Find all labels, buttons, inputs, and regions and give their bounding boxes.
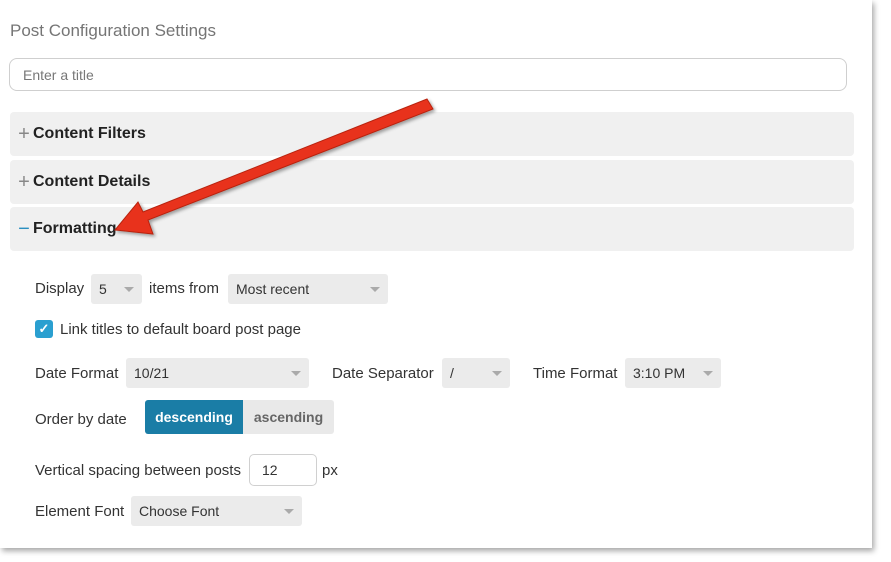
time-format-value: 3:10 PM	[633, 365, 686, 381]
spacing-input[interactable]	[249, 454, 317, 486]
settings-panel: Post Configuration Settings + Content Fi…	[0, 0, 872, 548]
element-font-label: Element Font	[35, 503, 125, 520]
items-from-value: Most recent	[236, 281, 310, 297]
display-count-value: 5	[99, 281, 107, 297]
link-titles-checkbox[interactable]: ✓	[35, 320, 53, 338]
section-content-details[interactable]: + Content Details	[10, 160, 854, 204]
caret-down-icon	[703, 371, 713, 376]
page-title: Post Configuration Settings	[10, 21, 217, 40]
order-ascending-button[interactable]: ascending	[243, 400, 334, 434]
date-format-value: 10/21	[134, 365, 170, 381]
section-label: Formatting	[33, 220, 117, 237]
spacing-unit: px	[322, 462, 338, 479]
caret-down-icon	[124, 287, 134, 292]
minus-icon: −	[18, 217, 30, 240]
plus-icon: +	[18, 122, 30, 145]
element-font-value: Choose Font	[139, 503, 220, 519]
section-content-filters[interactable]: + Content Filters	[10, 112, 854, 156]
date-format-select[interactable]: 10/21	[126, 358, 309, 388]
link-titles-label: Link titles to default board post page	[60, 321, 301, 338]
time-format-label: Time Format	[533, 365, 618, 382]
items-from-select[interactable]: Most recent	[228, 274, 388, 304]
section-formatting[interactable]: − Formatting	[10, 207, 854, 251]
spacing-label: Vertical spacing between posts	[35, 462, 241, 479]
check-icon: ✓	[38, 321, 50, 336]
date-format-label: Date Format	[35, 365, 119, 382]
display-label: Display	[35, 280, 85, 297]
order-descending-button[interactable]: descending	[145, 400, 243, 434]
display-count-select[interactable]: 5	[91, 274, 142, 304]
element-font-select[interactable]: Choose Font	[131, 496, 302, 526]
section-label: Content Filters	[33, 125, 146, 142]
plus-icon: +	[18, 170, 30, 193]
caret-down-icon	[291, 371, 301, 376]
caret-down-icon	[492, 371, 502, 376]
time-format-select[interactable]: 3:10 PM	[625, 358, 721, 388]
caret-down-icon	[284, 509, 294, 514]
title-input[interactable]	[9, 58, 847, 91]
section-label: Content Details	[33, 173, 151, 190]
order-by-label: Order by date	[35, 411, 127, 428]
date-separator-value: /	[450, 365, 454, 381]
date-separator-select[interactable]: /	[442, 358, 510, 388]
date-separator-label: Date Separator	[332, 365, 434, 382]
items-from-label: items from	[149, 280, 220, 297]
caret-down-icon	[370, 287, 380, 292]
